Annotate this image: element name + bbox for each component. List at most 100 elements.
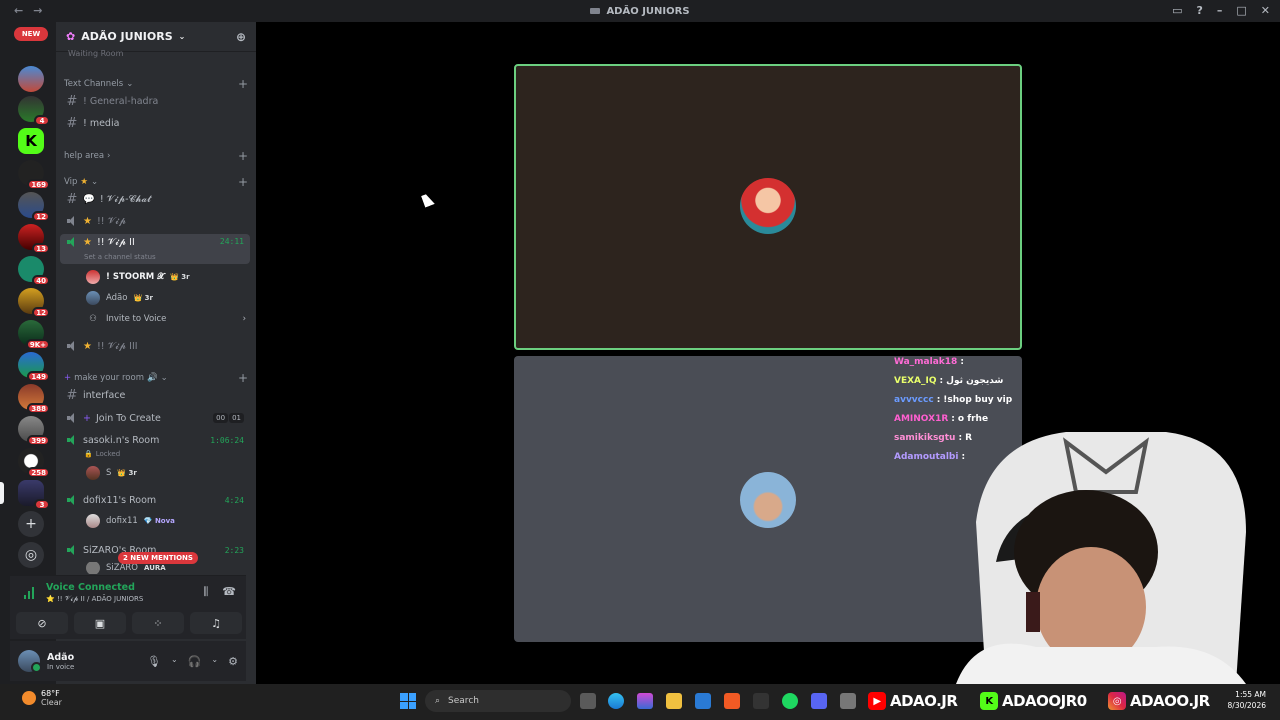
server-avatar[interactable]: 13 <box>18 224 50 254</box>
channel-status-hint[interactable]: Set a channel status <box>84 253 156 261</box>
waiting-room-channel[interactable]: Waiting Room <box>68 49 123 58</box>
voice-connected-label[interactable]: Voice Connected <box>46 582 135 593</box>
server-avatar[interactable]: 9K+ <box>18 320 50 350</box>
kick-icon: K <box>980 692 998 710</box>
voice-channel-join-to-create[interactable]: + Join To Create 00 01 <box>60 408 250 428</box>
window-title: ADÃO JUNIORS <box>590 6 690 17</box>
voice-channel-vip[interactable]: ★!! 𝓥𝓲𝓹 <box>60 211 250 231</box>
category-vip[interactable]: Vip ★ ⌄ + <box>64 175 248 189</box>
voice-location[interactable]: ⭐ !! 𝓥𝓲𝓹 II / ADÃO JUNIORS <box>46 595 143 604</box>
discord-icon[interactable] <box>811 693 827 709</box>
category-make-your-room[interactable]: + make your room 🔊 ⌄ + <box>64 371 248 385</box>
inbox-icon[interactable]: ▭ <box>1172 4 1182 17</box>
channel-vip-chat[interactable]: # 💬! 𝓥𝓲𝓹-𝓒𝓱𝓪𝓽 <box>60 189 250 209</box>
start-button[interactable] <box>400 693 416 709</box>
channel-general[interactable]: #! General-hadra <box>60 91 250 111</box>
instagram-icon: ◎ <box>1108 692 1126 710</box>
chat-line: avvvccc: !shop buy vip <box>894 394 1013 405</box>
kick-server-icon[interactable]: K <box>18 128 44 154</box>
voice-channel-sasoki[interactable]: sasoki.n's Room 1:06:24 <box>60 430 250 450</box>
microphone-icon[interactable]: 🎙 <box>147 655 161 668</box>
voice-user-stoorm[interactable]: ! STOORM 𝓧 👑 3r <box>86 268 190 286</box>
forward-arrow-icon[interactable]: → <box>33 4 42 17</box>
voice-user-dofix[interactable]: dofix11 💎 Nova <box>86 512 175 530</box>
store-icon[interactable] <box>695 693 711 709</box>
new-badge[interactable]: NEW <box>14 27 48 41</box>
server-avatar[interactable]: 399 <box>18 416 50 446</box>
add-channel-icon[interactable]: + <box>238 371 248 385</box>
settings-icon[interactable] <box>840 693 856 709</box>
participant-avatar <box>740 178 796 234</box>
user-controls: 🎙 ⌄ 🎧 ⌄ ⚙ <box>147 655 238 668</box>
add-channel-icon[interactable]: + <box>238 77 248 91</box>
server-avatar-adao-juniors[interactable]: 3 <box>18 480 50 510</box>
invite-people-icon[interactable]: ⊕ <box>236 30 246 44</box>
disconnect-icon[interactable]: ☎ <box>222 585 236 599</box>
server-avatar[interactable]: 258 <box>18 448 50 478</box>
task-view-icon[interactable] <box>580 693 596 709</box>
voice-user-sasoki[interactable]: S 👑 3r <box>86 464 137 482</box>
voice-channel-vip-iii[interactable]: ★!! 𝓥𝓲𝓹 III <box>60 336 250 356</box>
youtube-handle: ▶ ADAO.JR <box>868 691 958 711</box>
channel-media[interactable]: #! media <box>60 113 250 133</box>
speaker-icon <box>66 435 78 445</box>
chevron-down-icon[interactable]: ⌄ <box>211 655 218 668</box>
weather-widget[interactable]: 68°F Clear <box>22 689 62 707</box>
signal-icon[interactable] <box>24 587 36 599</box>
chevron-down-icon: ⌄ <box>91 177 99 187</box>
star-icon: ★ <box>83 237 92 248</box>
back-arrow-icon[interactable]: ← <box>14 4 23 17</box>
copilot-icon[interactable] <box>637 693 653 709</box>
activities-button[interactable]: ⁘ <box>132 612 184 634</box>
server-avatar[interactable] <box>18 66 44 92</box>
minimize-icon[interactable]: – <box>1217 4 1223 17</box>
help-icon[interactable]: ? <box>1196 4 1202 17</box>
new-mentions-pill[interactable]: 2 NEW MENTIONS <box>118 552 198 564</box>
taskbar-search[interactable]: ⌕ Search <box>425 690 571 712</box>
speaker-icon: 🔊 <box>146 373 158 383</box>
server-avatar[interactable]: 4 <box>18 96 50 126</box>
spotify-icon[interactable] <box>782 693 798 709</box>
star-icon: ★ <box>83 215 92 227</box>
edge-icon[interactable] <box>608 693 624 709</box>
soundboard-button[interactable]: ♫ <box>190 612 242 634</box>
voice-panel-icons: ⫼ ☎ <box>203 585 236 599</box>
add-server-button[interactable]: + <box>18 511 44 537</box>
window-controls: ▭ ? – □ ✕ <box>1172 4 1270 17</box>
capcut-icon[interactable] <box>753 693 769 709</box>
server-avatar[interactable]: 149 <box>18 352 50 382</box>
server-avatar[interactable]: 12 <box>18 288 50 318</box>
avatar[interactable] <box>18 650 42 673</box>
channel-interface[interactable]: # interface <box>60 385 250 405</box>
invite-to-voice[interactable]: ⚇ Invite to Voice › <box>86 310 246 328</box>
server-avatar[interactable]: 388 <box>18 384 50 414</box>
user-info[interactable]: Adão In voice <box>47 652 74 671</box>
category-help-area[interactable]: help area › + <box>64 149 248 163</box>
screen-share-button[interactable]: ▣ <box>74 612 126 634</box>
close-icon[interactable]: ✕ <box>1261 4 1270 17</box>
voice-channel-dofix[interactable]: dofix11's Room 4:24 <box>60 490 250 510</box>
brave-icon[interactable] <box>724 693 740 709</box>
participant-tile-speaking[interactable] <box>514 64 1022 350</box>
chevron-down-icon[interactable]: ⌄ <box>171 655 178 668</box>
category-text-channels[interactable]: Text Channels ⌄ + <box>64 77 248 91</box>
add-channel-icon[interactable]: + <box>238 175 248 189</box>
headphones-icon[interactable]: 🎧 <box>188 655 202 668</box>
maximize-icon[interactable]: □ <box>1236 4 1246 17</box>
server-avatar[interactable]: 12 <box>18 192 50 222</box>
gear-icon[interactable]: ⚙ <box>228 655 238 668</box>
guild-header[interactable]: ✿ ADÃO JUNIORS ⌄ ⊕ <box>56 22 256 52</box>
discover-icon[interactable]: ◎ <box>18 542 44 568</box>
server-avatar[interactable]: 169 <box>18 160 50 190</box>
system-clock[interactable]: 1:55 AM 8/30/2026 <box>1228 689 1266 711</box>
noise-suppression-icon[interactable]: ⫼ <box>203 585 208 599</box>
voice-user-adao[interactable]: Adão 👑 3r <box>86 289 153 307</box>
speaker-icon <box>66 216 78 226</box>
windows-taskbar: 68°F Clear ⌕ Search ▶ ADAO.JR K ADAOOJR0 ◎… <box>0 684 1280 720</box>
camera-off-button[interactable]: ⊘ <box>16 612 68 634</box>
star-icon: ★ <box>80 177 89 187</box>
add-channel-icon[interactable]: + <box>238 149 248 163</box>
mouse-cursor <box>421 192 435 208</box>
file-explorer-icon[interactable] <box>666 693 682 709</box>
server-avatar[interactable]: 40 <box>18 256 50 286</box>
